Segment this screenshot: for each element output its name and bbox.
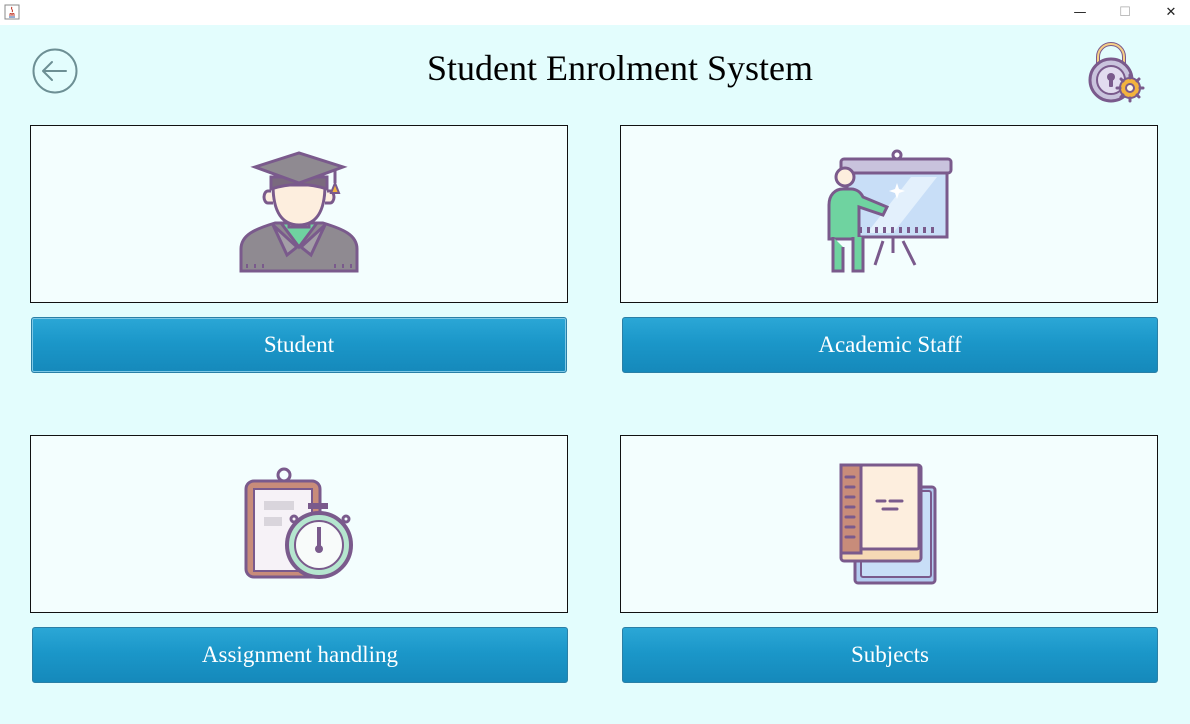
close-button[interactable]: ✕ bbox=[1148, 0, 1190, 25]
main-panel: Student Enrolment System Student Academi… bbox=[0, 25, 1190, 724]
academic-staff-button[interactable]: Academic Staff bbox=[622, 317, 1158, 373]
lock-settings-icon[interactable] bbox=[1086, 37, 1148, 103]
clipboard-stopwatch-icon bbox=[244, 467, 353, 579]
assignment-handling-button[interactable]: Assignment handling bbox=[32, 627, 568, 683]
graduate-icon bbox=[239, 151, 359, 273]
subjects-button[interactable]: Subjects bbox=[622, 627, 1158, 683]
maximize-button[interactable]: ☐ bbox=[1102, 0, 1148, 25]
window-titlebar: — ☐ ✕ bbox=[0, 0, 1190, 25]
student-card[interactable] bbox=[30, 125, 568, 303]
subjects-card[interactable] bbox=[620, 435, 1158, 613]
assignment-card[interactable] bbox=[30, 435, 568, 613]
books-icon bbox=[839, 463, 937, 585]
page-title: Student Enrolment System bbox=[427, 48, 813, 88]
java-app-icon bbox=[4, 4, 20, 20]
minimize-button[interactable]: — bbox=[1057, 0, 1103, 25]
presentation-teacher-icon bbox=[827, 149, 953, 273]
student-button[interactable]: Student bbox=[31, 317, 567, 373]
academic-staff-card[interactable] bbox=[620, 125, 1158, 303]
